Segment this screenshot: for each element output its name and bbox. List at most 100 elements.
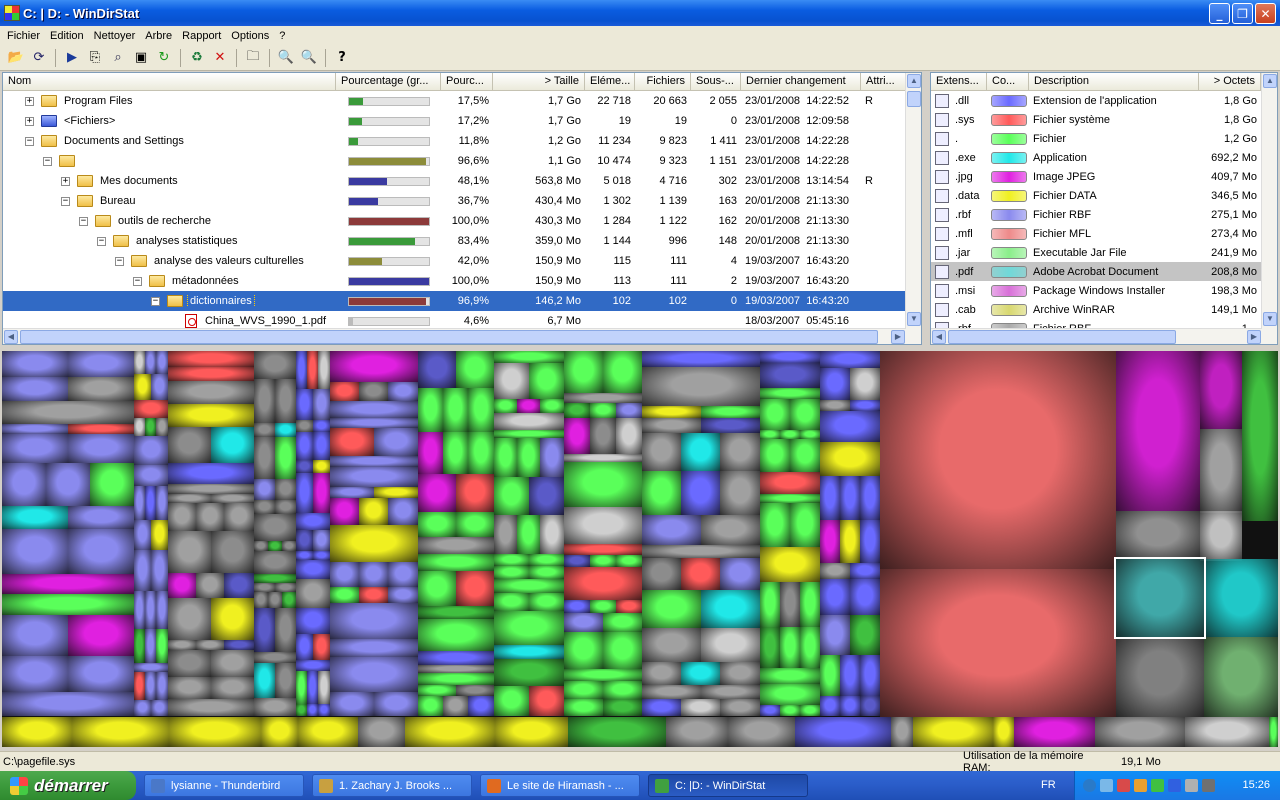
treemap-block[interactable] (760, 684, 820, 705)
treemap-block[interactable] (374, 428, 418, 456)
treemap-block[interactable] (2, 401, 134, 424)
treemap-block[interactable] (296, 551, 313, 560)
treemap-block[interactable] (2, 434, 68, 463)
treemap-block[interactable] (681, 558, 720, 590)
treemap-block[interactable] (529, 477, 564, 515)
treemap-block[interactable] (517, 438, 540, 477)
treemap-block[interactable] (860, 520, 880, 563)
treemap-block[interactable] (760, 627, 780, 668)
treemap-block[interactable] (603, 613, 642, 632)
treemap-block[interactable] (564, 462, 642, 507)
treemap-block[interactable] (820, 476, 840, 520)
treemap-block[interactable] (2, 506, 68, 529)
treemap-block[interactable] (254, 423, 275, 437)
expand-icon[interactable]: + (25, 96, 34, 106)
ext-row[interactable]: .sys Fichier système 1,8 Go (931, 110, 1277, 129)
treemap-block[interactable] (268, 541, 282, 551)
treemap-block[interactable] (642, 662, 681, 685)
treemap-block[interactable] (993, 717, 1014, 747)
treemap-block[interactable] (196, 640, 224, 650)
treemap-block[interactable] (790, 439, 820, 472)
treemap-block[interactable] (313, 460, 330, 473)
treemap-block[interactable] (275, 663, 296, 698)
treemap-block[interactable] (468, 388, 494, 432)
treemap-block[interactable] (1116, 637, 1204, 717)
treemap-block[interactable] (68, 615, 134, 656)
treemap-block[interactable] (254, 652, 296, 663)
treemap-block[interactable] (134, 591, 145, 629)
treemap-block[interactable] (1116, 511, 1200, 559)
treemap-block[interactable] (720, 433, 760, 471)
treemap-block[interactable] (275, 500, 296, 514)
tree-row[interactable]: − dictionnaires 96,9% 146,2 Mo 102 102 0 19/03/… (3, 291, 921, 311)
scroll-thumb[interactable] (948, 330, 1176, 344)
treemap-block[interactable] (564, 681, 603, 699)
treemap-block[interactable] (456, 685, 494, 696)
treemap-block[interactable] (494, 477, 529, 515)
treemap-block[interactable] (529, 566, 564, 579)
treemap-block[interactable] (564, 454, 642, 462)
treemap-block[interactable] (616, 555, 642, 567)
treemap-block[interactable] (145, 591, 156, 629)
treemap-block[interactable] (418, 388, 443, 432)
treemap-block[interactable] (564, 418, 590, 454)
treemap-block[interactable] (151, 700, 168, 716)
treemap-block[interactable] (681, 699, 720, 716)
treemap-block[interactable] (168, 640, 196, 650)
open-icon[interactable]: 📂 (6, 48, 26, 68)
treemap-block[interactable] (590, 418, 616, 454)
treemap-block[interactable] (2, 656, 68, 692)
treemap-block[interactable] (728, 717, 795, 747)
treemap-block[interactable] (1014, 717, 1095, 747)
treemap-block[interactable] (388, 587, 418, 603)
close-button[interactable]: ✕ (1255, 3, 1276, 24)
treemap-block[interactable] (494, 554, 529, 566)
treemap-block[interactable] (1116, 351, 1200, 511)
col-header-files[interactable]: Fichiers (635, 73, 691, 90)
treemap-block[interactable] (296, 634, 313, 660)
ext-row[interactable]: .dll Extension de l'application 1,8 Go (931, 91, 1277, 110)
treemap-block[interactable] (760, 472, 820, 494)
treemap-block[interactable] (254, 551, 296, 574)
treemap-block[interactable] (891, 717, 913, 747)
treemap-block[interactable] (418, 474, 456, 512)
treemap-block[interactable] (642, 351, 760, 367)
treemap-block[interactable] (261, 717, 298, 747)
treemap-block[interactable] (418, 554, 494, 571)
treemap-block[interactable] (850, 368, 880, 400)
treemap-block[interactable] (296, 530, 313, 551)
treemap-block[interactable] (313, 530, 330, 551)
treemap-block[interactable] (418, 665, 494, 673)
treemap-block[interactable] (134, 486, 145, 520)
treemap-block[interactable] (840, 476, 860, 520)
col-header-size[interactable]: > Taille (493, 73, 585, 90)
treemap-block[interactable] (540, 399, 564, 413)
treemap-block[interactable] (134, 663, 168, 672)
treemap-block[interactable] (134, 629, 145, 663)
treemap-block[interactable] (359, 562, 388, 587)
treemap-block[interactable] (840, 520, 860, 563)
tree-row[interactable]: + <Fichiers> 17,2% 1,7 Go 19 19 0 23/01/2008 12… (3, 111, 921, 131)
treemap-block[interactable] (388, 382, 418, 401)
treemap-block[interactable] (494, 363, 529, 399)
ext-row[interactable]: .exe Application 692,2 Mo (931, 148, 1277, 167)
treemap-block[interactable] (296, 420, 313, 432)
treemap-block[interactable] (224, 573, 254, 598)
treemap-block[interactable] (760, 430, 780, 439)
treemap-block[interactable] (701, 685, 760, 699)
play-icon[interactable]: ▶ (62, 48, 82, 68)
minimize-button[interactable]: _ (1209, 3, 1230, 24)
ext-row[interactable]: .data Fichier DATA 346,5 Mo (931, 186, 1277, 205)
col-header-extension[interactable]: Extens... (931, 73, 987, 90)
treemap-block[interactable] (145, 672, 156, 700)
treemap-block[interactable] (254, 514, 296, 541)
treemap-block[interactable] (134, 465, 168, 486)
collapse-icon[interactable]: − (43, 156, 52, 166)
treemap-block[interactable] (134, 672, 145, 700)
treemap-block[interactable] (642, 685, 701, 699)
scroll-up-arrow[interactable]: ▲ (907, 74, 921, 88)
tree-row[interactable]: + Program Files 17,5% 1,7 Go 22 718 20 663 2 0… (3, 91, 921, 111)
treemap-block[interactable] (1095, 717, 1185, 747)
treemap-block[interactable] (254, 479, 275, 500)
treemap-block[interactable] (330, 418, 418, 428)
